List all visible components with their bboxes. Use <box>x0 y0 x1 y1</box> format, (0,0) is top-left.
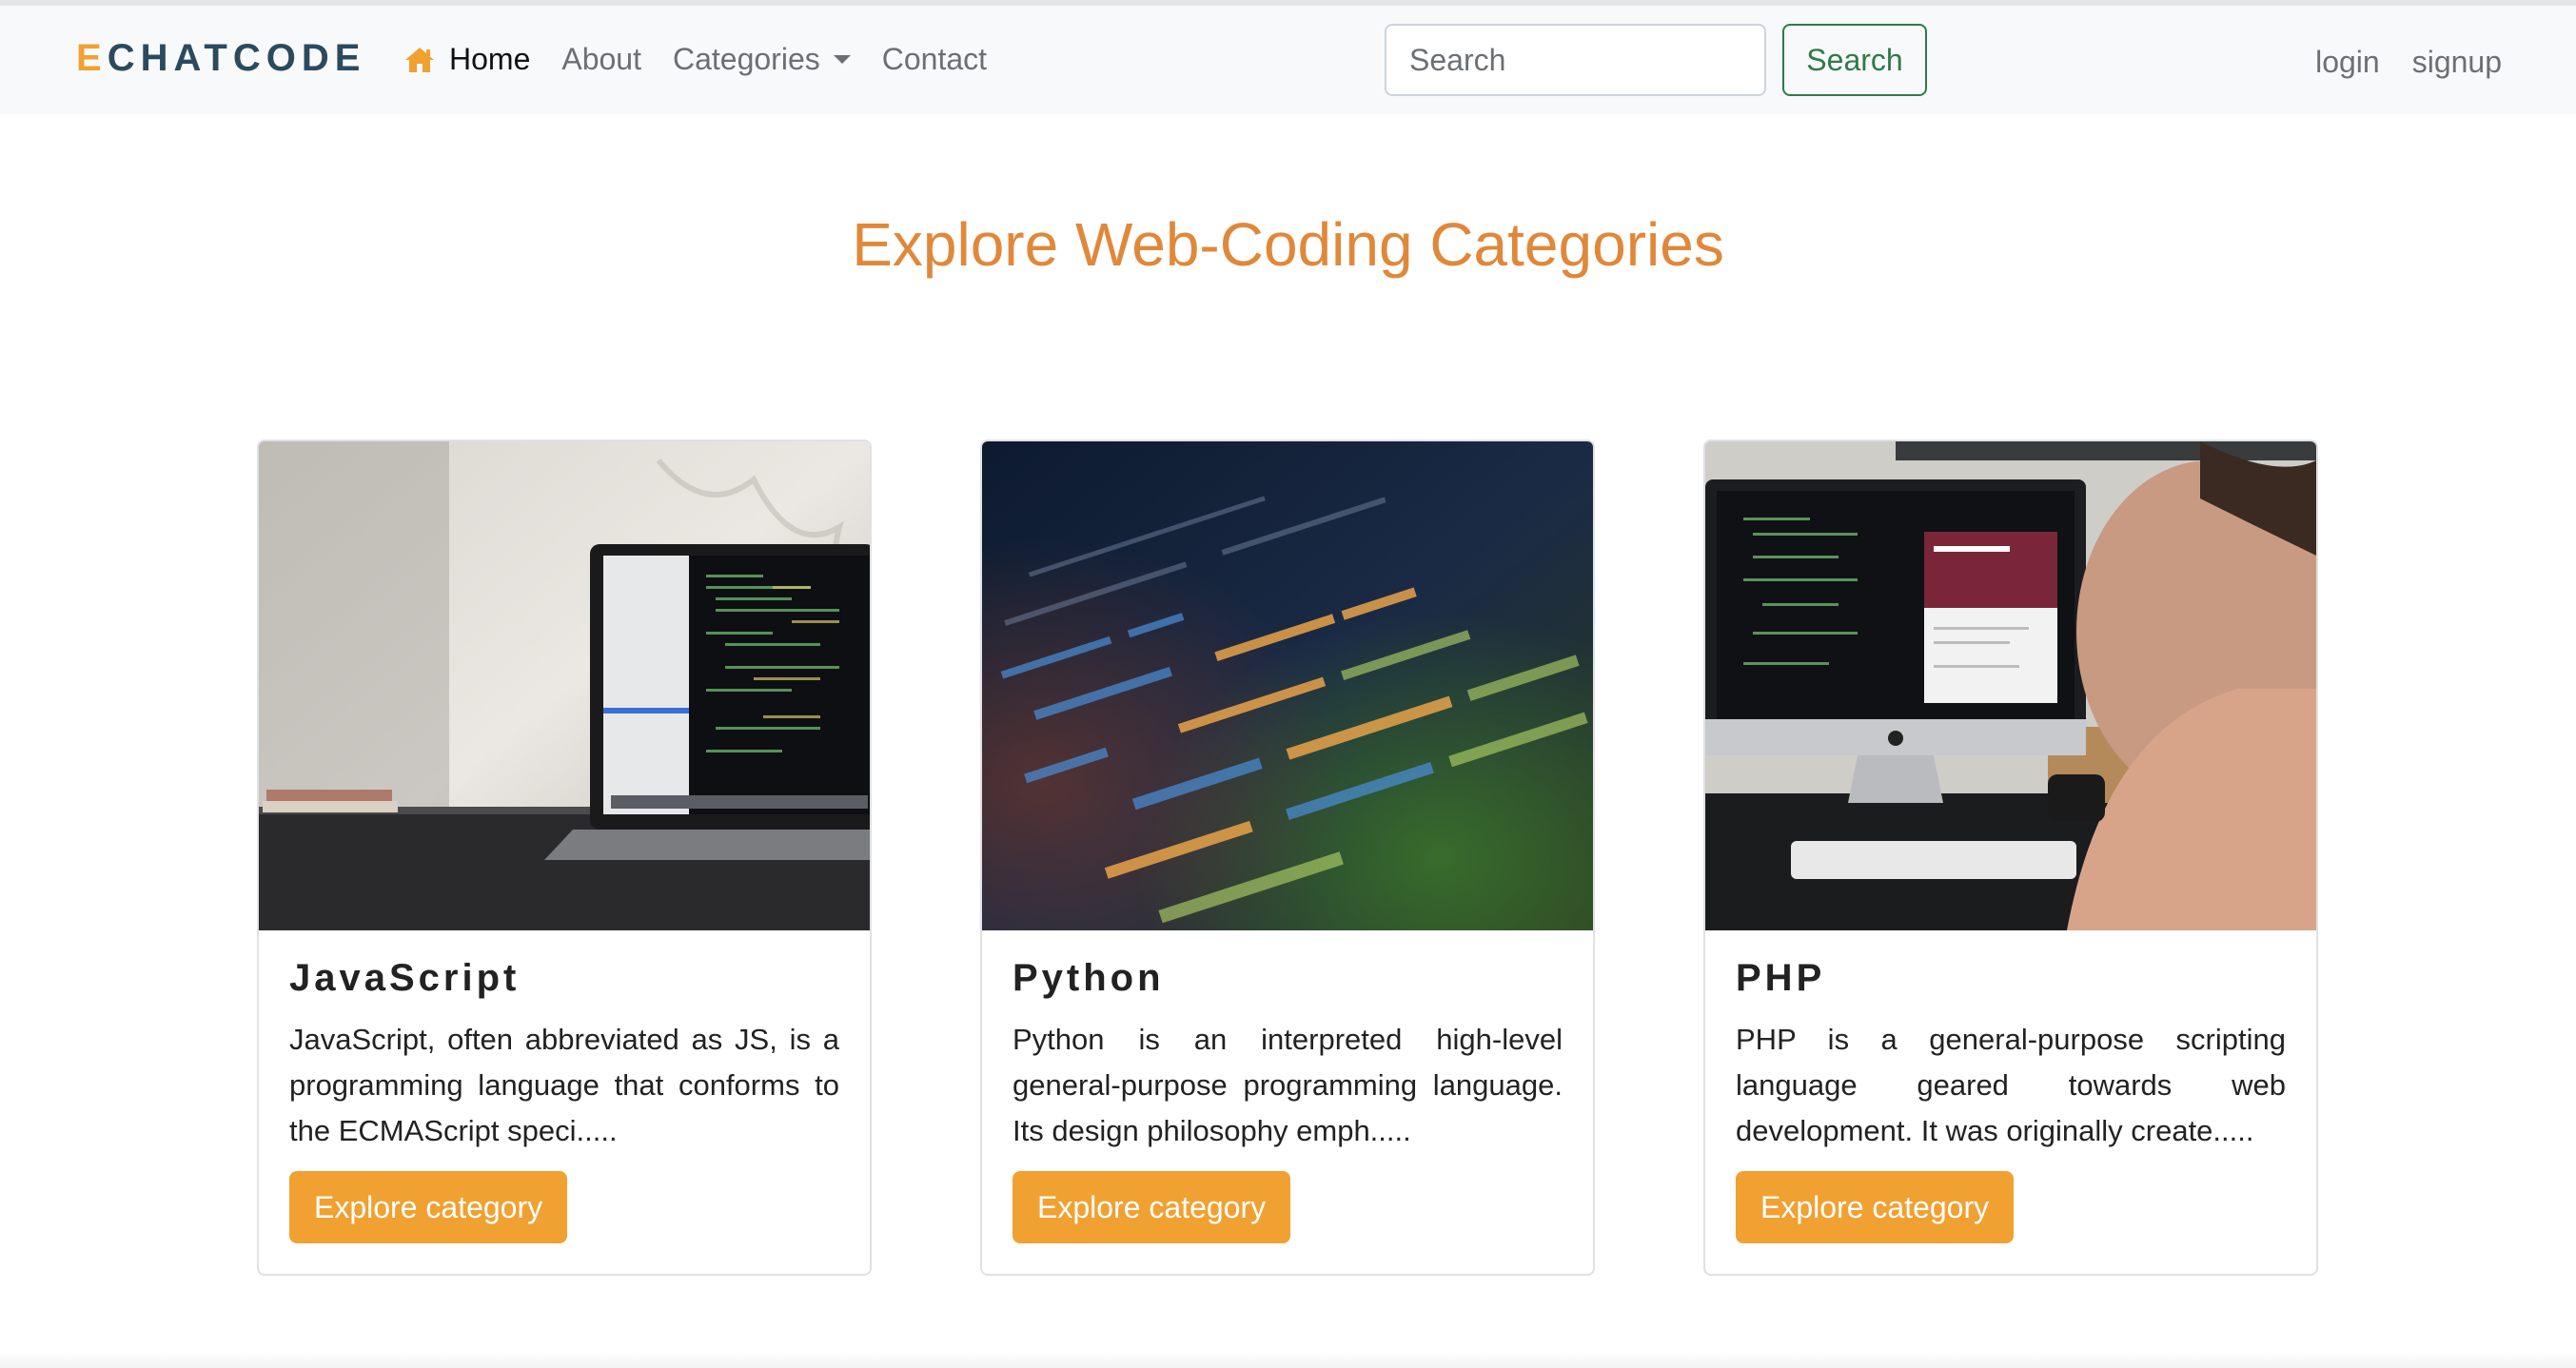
card-title: PHP <box>1736 957 1826 999</box>
card-body: PHP PHP is a general-purpose scripting l… <box>1705 930 2316 1274</box>
login-link[interactable]: login <box>2315 45 2380 80</box>
nav-home-label: Home <box>449 42 531 76</box>
page-heading: Explore Web-Coding Categories <box>852 210 1724 279</box>
nav-categories-dropdown[interactable]: Categories <box>673 42 851 77</box>
signup-link[interactable]: signup <box>2412 45 2502 80</box>
nav-about-link[interactable]: About <box>561 42 641 77</box>
card-description: PHP is a general-purpose scripting langu… <box>1736 1023 2286 1147</box>
category-card-javascript: JavaScript JavaScript, often abbreviated… <box>257 440 872 1276</box>
laptop-on-desk-photo <box>259 441 870 930</box>
card-description: Python is an interpreted high-level gene… <box>1013 1023 1563 1147</box>
nav-home-link[interactable]: Home <box>403 42 530 77</box>
brand-logo[interactable]: ECHATCODE <box>76 37 365 80</box>
auth-links: login signup <box>2283 45 2502 80</box>
nav-links: Home About Categories Contact <box>403 42 1018 77</box>
search-button[interactable]: Search <box>1782 24 1927 96</box>
explore-category-button[interactable]: Explore category <box>1013 1171 1291 1243</box>
card-title: JavaScript <box>289 957 521 999</box>
card-body: Python Python is an interpreted high-lev… <box>982 930 1593 1274</box>
card-description: JavaScript, often abbreviated as JS, is … <box>289 1023 839 1147</box>
card-title: Python <box>1013 957 1165 999</box>
nav-contact-link[interactable]: Contact <box>882 42 987 77</box>
category-card-python: Python Python is an interpreted high-lev… <box>980 440 1595 1276</box>
home-icon <box>405 47 434 72</box>
brand-name-rest: CHATCODE <box>107 37 366 79</box>
category-card-php: PHP PHP is a general-purpose scripting l… <box>1703 440 2318 1276</box>
person-at-imac-photo <box>1705 441 2316 930</box>
explore-category-button[interactable]: Explore category <box>289 1171 568 1243</box>
nav-categories-label: Categories <box>672 42 820 76</box>
page-bottom-shadow <box>0 1351 2576 1368</box>
card-body: JavaScript JavaScript, often abbreviated… <box>259 930 870 1274</box>
brand-first-letter: E <box>76 37 108 79</box>
explore-category-button[interactable]: Explore category <box>1736 1171 2015 1243</box>
blurred-code-screen-photo <box>982 441 1593 930</box>
navbar: ECHATCODE Home About Categories Contact … <box>0 6 2576 114</box>
caret-down-icon <box>833 55 851 64</box>
search-input[interactable] <box>1385 24 1766 96</box>
